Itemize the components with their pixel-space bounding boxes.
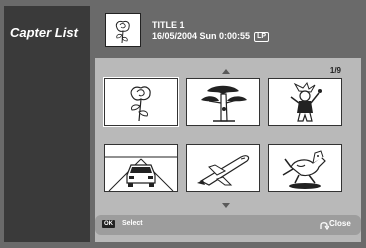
chapter-thumbnail-1[interactable] [103, 77, 179, 127]
chapter-thumbnail-4[interactable] [104, 144, 178, 192]
rose-icon [115, 20, 130, 44]
select-label: Select [122, 220, 143, 227]
title-header: TITLE 1 16/05/2004 Sun 0:00:55 LP [90, 6, 362, 56]
return-arrow-icon [320, 222, 329, 231]
car-icon [105, 156, 177, 191]
dog-icon [282, 150, 326, 189]
chapter-thumbnail-5[interactable] [186, 144, 260, 192]
tree-icon [201, 85, 247, 122]
chapter-thumbnail-6[interactable] [268, 144, 342, 192]
space-shuttle-icon [197, 155, 250, 186]
scroll-down-arrow-icon[interactable] [222, 203, 230, 208]
chapter-list-screen: Capter List TITLE 1 16/05/2004 Sun 0:00:… [0, 0, 366, 248]
recording-datetime: 16/05/2004 Sun 0:00:55 [152, 31, 251, 41]
page-indicator: 1/9 [329, 66, 341, 75]
chapter-thumbnail-2[interactable] [186, 78, 260, 126]
scroll-up-arrow-icon[interactable] [222, 69, 230, 74]
chapter-thumbnail-3[interactable] [268, 78, 342, 126]
ok-button-icon: OK [102, 220, 115, 228]
title-thumbnail [105, 13, 141, 47]
record-mode-badge: LP [254, 32, 270, 42]
button-guide-bar: OK Select Close [95, 215, 361, 235]
title-name: TITLE 1 [152, 20, 185, 30]
rose-icon [130, 86, 151, 122]
jester-icon [290, 81, 322, 122]
sidebar: Capter List [4, 6, 90, 242]
menu-title: Capter List [10, 25, 78, 40]
close-button[interactable]: Close [329, 219, 351, 228]
recording-info: 16/05/2004 Sun 0:00:55 LP [152, 31, 270, 42]
chapter-thumbnail-panel: 1/9 OK Select Close [95, 58, 361, 242]
